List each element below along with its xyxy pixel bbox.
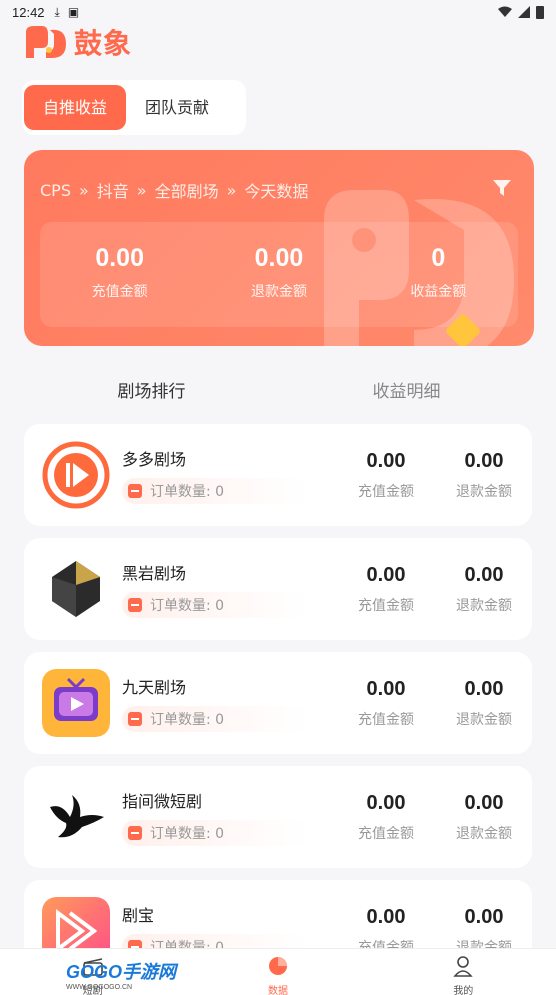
recharge-value: 0.00 xyxy=(366,678,406,700)
recharge-label: 充值金额 xyxy=(358,484,414,500)
order-count: 订单数量: 0 xyxy=(122,706,308,732)
recharge-label: 充值金额 xyxy=(358,826,414,842)
theater-name: 指间微短剧 xyxy=(122,792,203,811)
elephant-logo-icon xyxy=(26,26,66,58)
recharge-value: 0.00 xyxy=(366,792,406,814)
breadcrumb-separator: » xyxy=(136,180,147,200)
stat-refund: 0.00 退款金额 xyxy=(199,222,358,327)
stat-value: 0.00 xyxy=(254,244,304,272)
user-icon xyxy=(453,956,473,977)
list-item[interactable]: 九天剧场 订单数量: 0 0.00 充值金额 0.00 退款金额 xyxy=(24,652,532,754)
theater-name: 黑岩剧场 xyxy=(122,564,187,583)
stat-label: 退款金额 xyxy=(250,284,307,300)
order-count-label: 订单数量: 0 xyxy=(150,826,225,842)
order-count-label: 订单数量: 0 xyxy=(150,484,225,500)
theater-list: 多多剧场 订单数量: 0 0.00 充值金额 0.00 退款金额 黑岩剧场 订单… xyxy=(24,424,534,994)
refund-label: 退款金额 xyxy=(456,826,512,842)
summary-stats: 0.00 充值金额 0.00 退款金额 0 收益金额 xyxy=(40,222,518,327)
refund-column: 0.00 退款金额 xyxy=(448,564,520,615)
play-circle-icon xyxy=(42,441,110,509)
list-item[interactable]: 指间微短剧 订单数量: 0 0.00 充值金额 0.00 退款金额 xyxy=(24,766,532,868)
breadcrumb-separator: » xyxy=(78,180,89,200)
breadcrumb-channel: 抖音 xyxy=(96,182,129,201)
tab-revenue-detail[interactable]: 收益明细 xyxy=(279,372,534,412)
summary-card: CPS » 抖音 » 全部剧场 » 今天数据 0.00 充值金额 0.00 退款… xyxy=(24,150,534,346)
bird-hand-icon xyxy=(50,795,104,838)
recharge-label: 充值金额 xyxy=(358,712,414,728)
recharge-column: 0.00 充值金额 xyxy=(350,678,422,729)
signal-icon xyxy=(518,6,530,18)
brand-name: 鼓象 xyxy=(74,27,133,60)
watermark: GOGO手游网 WWW.GOGOGO.CN xyxy=(66,958,176,991)
black-gem-icon xyxy=(52,561,100,617)
stat-label: 收益金额 xyxy=(410,284,467,300)
breadcrumb-range: 今天数据 xyxy=(244,182,309,201)
revenue-tab-switch: 自推收益 团队贡献 xyxy=(22,80,246,135)
breadcrumb-separator: » xyxy=(226,180,237,200)
recharge-value: 0.00 xyxy=(366,450,406,472)
order-icon xyxy=(128,712,142,726)
refund-value: 0.00 xyxy=(464,450,504,472)
refund-value: 0.00 xyxy=(464,906,504,928)
order-count: 订单数量: 0 xyxy=(122,478,308,504)
order-count: 订单数量: 0 xyxy=(122,820,308,846)
stat-label: 充值金额 xyxy=(91,284,148,300)
status-bar: 12:42 ⤓ ▣ xyxy=(0,0,556,24)
watermark-sub: WWW.GOGOGO.CN xyxy=(66,984,133,991)
stat-recharge: 0.00 充值金额 xyxy=(40,222,199,327)
tv-play-icon xyxy=(42,669,110,737)
theater-name: 九天剧场 xyxy=(122,678,187,697)
breadcrumb[interactable]: CPS » 抖音 » 全部剧场 » 今天数据 xyxy=(40,178,308,202)
refund-value: 0.00 xyxy=(464,564,504,586)
download-icon: ⤓ xyxy=(54,4,60,19)
notification-icon: ▣ xyxy=(67,5,80,19)
order-count-label: 订单数量: 0 xyxy=(150,598,225,614)
order-icon xyxy=(128,598,142,612)
filter-icon[interactable] xyxy=(492,178,512,198)
order-icon xyxy=(128,826,142,840)
app-logo: 鼓象 xyxy=(22,22,132,62)
refund-value: 0.00 xyxy=(464,678,504,700)
theater-name: 剧宝 xyxy=(122,906,155,925)
nav-label: 我的 xyxy=(453,986,474,995)
pie-chart-icon xyxy=(268,957,287,975)
section-tabs: 剧场排行 收益明细 xyxy=(24,372,534,412)
theater-name: 多多剧场 xyxy=(122,450,187,469)
list-item[interactable]: 黑岩剧场 订单数量: 0 0.00 充值金额 0.00 退款金额 xyxy=(24,538,532,640)
watermark-text: GOGO手游网 xyxy=(66,962,177,982)
tab-theater-ranking[interactable]: 剧场排行 xyxy=(24,372,279,412)
recharge-column: 0.00 充值金额 xyxy=(350,450,422,501)
recharge-value: 0.00 xyxy=(366,906,406,928)
wifi-icon xyxy=(498,6,512,17)
refund-label: 退款金额 xyxy=(456,598,512,614)
refund-column: 0.00 退款金额 xyxy=(448,792,520,843)
nav-item-mine[interactable]: 我的 xyxy=(371,949,556,995)
refund-label: 退款金额 xyxy=(456,484,512,500)
stat-earnings: 0 收益金额 xyxy=(359,222,518,327)
recharge-column: 0.00 充值金额 xyxy=(350,564,422,615)
status-right xyxy=(498,5,544,19)
refund-value: 0.00 xyxy=(464,792,504,814)
tab-team-contribution[interactable]: 团队贡献 xyxy=(126,85,228,130)
refund-column: 0.00 退款金额 xyxy=(448,450,520,501)
order-count: 订单数量: 0 xyxy=(122,592,308,618)
status-time: 12:42 xyxy=(12,4,45,20)
order-icon xyxy=(128,484,142,498)
stat-value: 0 xyxy=(431,244,446,272)
recharge-column: 0.00 充值金额 xyxy=(350,792,422,843)
breadcrumb-theater: 全部剧场 xyxy=(154,182,219,201)
recharge-value: 0.00 xyxy=(366,564,406,586)
refund-label: 退款金额 xyxy=(456,712,512,728)
recharge-label: 充值金额 xyxy=(358,598,414,614)
battery-icon xyxy=(536,5,544,19)
stat-value: 0.00 xyxy=(95,244,144,272)
nav-label: 数据 xyxy=(267,986,288,995)
tab-self-revenue[interactable]: 自推收益 xyxy=(24,85,127,130)
breadcrumb-platform: CPS xyxy=(40,180,71,200)
list-item[interactable]: 多多剧场 订单数量: 0 0.00 充值金额 0.00 退款金额 xyxy=(24,424,532,526)
nav-item-data[interactable]: 数据 xyxy=(185,949,370,995)
order-count-label: 订单数量: 0 xyxy=(150,712,225,728)
refund-column: 0.00 退款金额 xyxy=(448,678,520,729)
